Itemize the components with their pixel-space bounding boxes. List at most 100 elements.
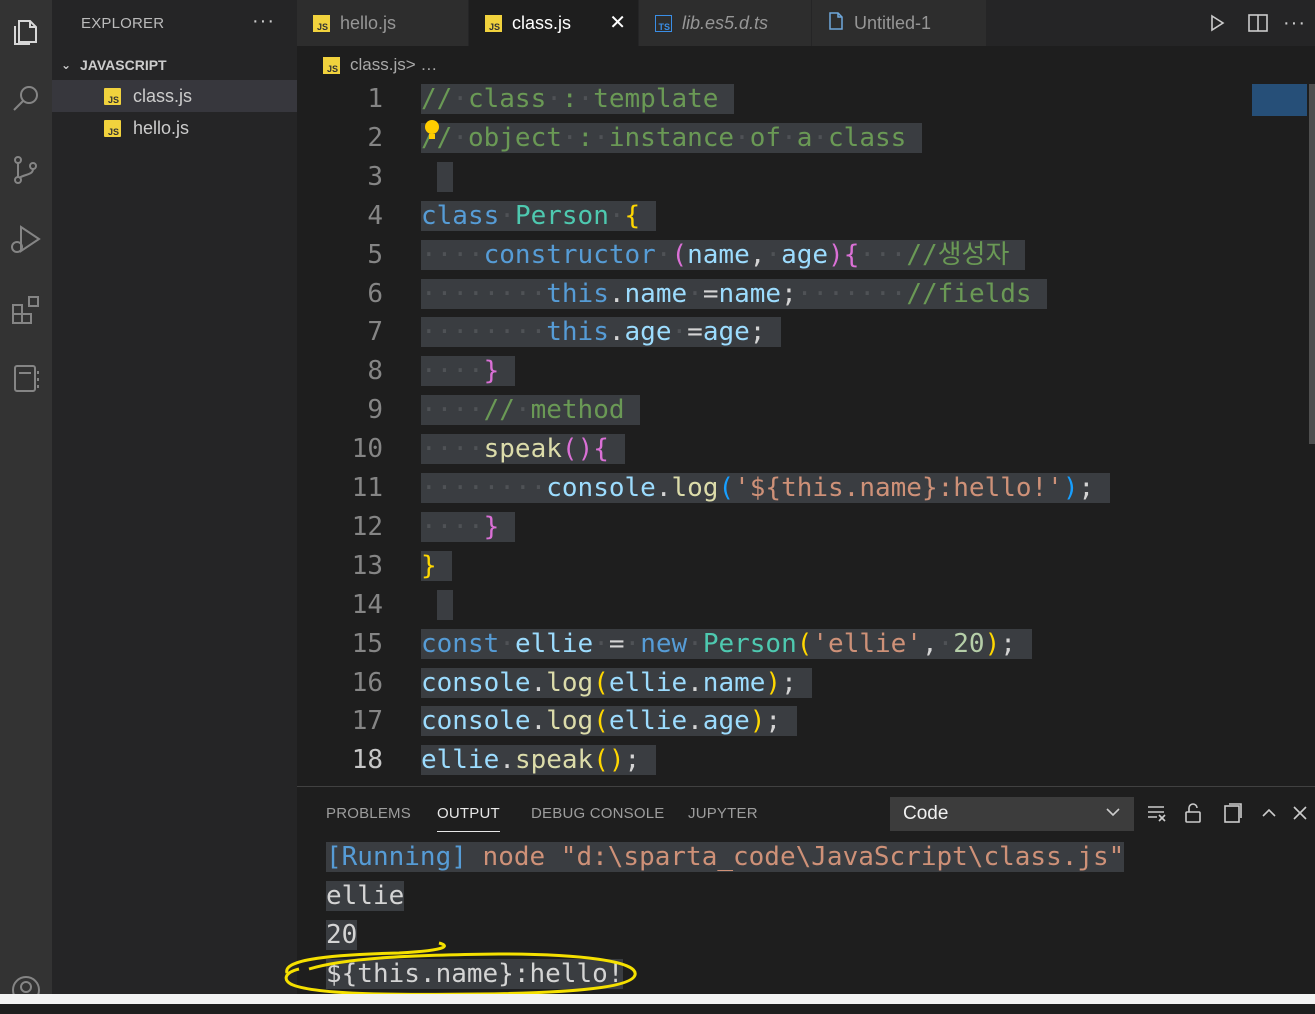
chevron-down-icon [1104,803,1122,827]
code-line[interactable]: 10 ····speak(){ [297,430,1315,468]
code-text: const·ellie·=·new·Person('ellie',·20); [421,625,1032,663]
running-tag: [Running] [326,842,467,872]
line-number: 1 [367,84,383,114]
workspace-folder-label: JAVASCRIPT [80,57,167,73]
js-file-icon: JS [323,56,340,74]
activity-bar [0,0,52,1004]
code-text: class·Person·{ [421,197,656,235]
run-debug-icon[interactable] [0,215,52,263]
output-running-line: [Running] node "d:\sparta_code\JavaScrip… [326,838,1125,876]
editor-tabs: JS hello.js JS class.js ✕ TS lib.es5.d.t… [297,0,1315,46]
code-editor[interactable]: 1 //·class·:·template 2 //·object·:·instan… [297,84,1315,786]
status-bar [0,994,1315,1004]
close-icon[interactable]: ✕ [609,10,626,35]
js-file-icon: JS [485,14,502,32]
tab-label: lib.es5.d.ts [682,12,769,33]
explorer-sidebar: EXPLORER ··· ⌄ JAVASCRIPT JS class.js JS… [52,0,297,1004]
tab-label: hello.js [340,12,397,33]
js-file-icon: JS [104,119,121,137]
tab-label: Untitled-1 [854,12,932,33]
line-number: 13 [351,550,383,581]
code-line[interactable]: 16 console.log(ellie.name); [297,664,1315,702]
code-text: ····speak(){ [421,430,625,468]
code-line[interactable]: 1 //·class·:·template [297,84,1315,118]
breadcrumb-file[interactable]: class.js [350,55,406,75]
code-line[interactable]: 13} [297,547,1315,585]
explorer-icon[interactable] [0,8,52,56]
search-icon[interactable] [0,75,52,123]
line-number: 15 [351,628,383,659]
line-number: 9 [367,395,383,426]
tab-class-js[interactable]: JS class.js ✕ [469,0,639,46]
file-name: class.js [133,85,193,106]
code-line[interactable]: 5 ····constructor·(name,·age){···//생성자 [297,236,1315,274]
line-number: 17 [351,706,383,737]
notebook-icon[interactable] [0,354,52,402]
js-file-icon: JS [104,87,121,105]
more-actions-icon[interactable]: ··· [252,10,275,33]
code-line[interactable]: 12 ····} [297,508,1315,546]
line-number: 7 [367,317,383,348]
line-number: 5 [367,239,383,270]
code-line[interactable]: 14 [297,586,1315,624]
source-control-icon[interactable] [0,146,52,194]
file-item-class-js[interactable]: JS class.js [52,80,297,112]
breadcrumb: JS class.js > … [297,46,1315,84]
line-number: 8 [367,356,383,387]
tab-problems[interactable]: PROBLEMS [326,805,411,822]
line-number: 12 [351,511,383,542]
tab-lib-es5-d-ts[interactable]: TS lib.es5.d.ts [639,0,812,46]
code-line[interactable]: 18 ellie.speak(); [297,741,1315,779]
code-line[interactable]: 3 [297,158,1315,196]
code-text: } [421,547,453,585]
tab-output[interactable]: OUTPUT [437,805,500,832]
code-line[interactable]: 9 ····//·method [297,391,1315,429]
output-line: ellie [326,877,405,915]
lock-scroll-icon[interactable] [1181,801,1205,825]
open-in-editor-icon[interactable] [1220,801,1244,825]
code-text: console.log(ellie.name); [421,664,813,702]
tab-jupyter[interactable]: JUPYTER [688,805,758,822]
code-text: ········this.name·=name;·······//fields [421,275,1048,313]
ts-file-icon: TS [655,14,672,32]
tab-debug-console[interactable]: DEBUG CONSOLE [531,805,664,822]
file-item-hello-js[interactable]: JS hello.js [52,112,297,144]
line-number: 18 [351,745,383,776]
running-command: node "d:\sparta_code\JavaScript\class.js… [466,842,1125,872]
code-line[interactable]: 8 ····} [297,352,1315,390]
code-text: ellie.speak(); [421,741,656,779]
code-line[interactable]: 2 //·object·:·instance·of·a·class [297,119,1315,157]
split-editor-icon[interactable] [1247,0,1269,46]
code-text: ····constructor·(name,·age){···//생성자 [421,236,1026,274]
clear-output-icon[interactable] [1145,801,1169,825]
code-line[interactable]: 4 class·Person·{ [297,197,1315,235]
code-text: ····//·method [421,391,641,429]
lightbulb-icon[interactable] [425,120,439,139]
tab-untitled-1[interactable]: Untitled-1 [812,0,987,46]
more-actions-icon[interactable]: ··· [1283,0,1306,46]
line-number: 4 [367,200,383,231]
breadcrumb-separator: > … [405,55,438,74]
maximize-panel-icon[interactable] [1257,801,1281,825]
output-channel-select[interactable]: Code [890,797,1134,831]
close-panel-icon[interactable] [1288,801,1312,825]
code-line[interactable]: 6 ········this.name·=name;·······//fields [297,275,1315,313]
line-number: 6 [367,278,383,309]
workspace-folder-header[interactable]: ⌄ JAVASCRIPT [52,52,297,78]
line-number: 11 [351,473,383,503]
tab-hello-js[interactable]: JS hello.js [297,0,469,46]
code-line[interactable]: 17 console.log(ellie.age); [297,702,1315,740]
code-line[interactable]: 7 ········this.age·=age; [297,313,1315,351]
extensions-icon[interactable] [0,286,52,334]
code-text [437,586,453,624]
run-file-icon[interactable] [1207,0,1227,46]
code-line[interactable]: 11 ········console.log('${this.name}:hell… [297,469,1315,507]
output-text: ellie [326,881,405,911]
line-number: 16 [351,667,383,698]
chevron-down-icon: ⌄ [60,58,72,72]
code-line[interactable]: 15 const·ellie·=·new·Person('ellie',·20); [297,625,1315,663]
js-file-icon: JS [313,14,330,32]
code-text: ········console.log('${this.name}:hello!… [421,469,1110,507]
code-text: //·class·:·template [421,84,735,118]
account-icon[interactable] [0,966,52,1014]
